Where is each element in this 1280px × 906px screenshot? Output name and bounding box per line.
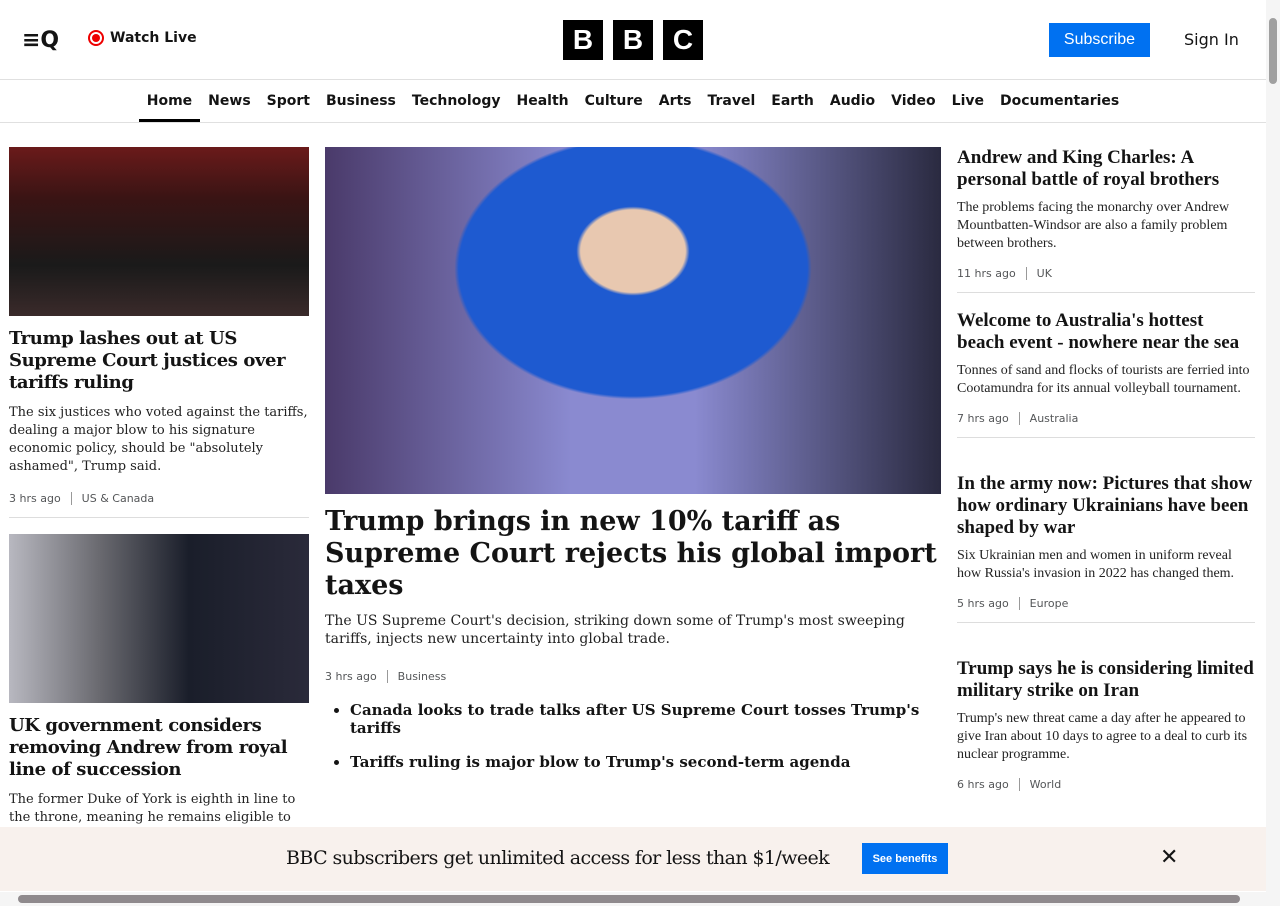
lead-summary: The US Supreme Court's decision, strikin… <box>325 613 905 647</box>
story-title[interactable]: Andrew and King Charles: A personal batt… <box>957 147 1255 191</box>
lead-meta: 3 hrs ago Business <box>325 670 941 683</box>
story-title[interactable]: Trump lashes out at US Supreme Court jus… <box>9 328 309 394</box>
menu-search-icon[interactable]: ≡Q <box>22 28 59 53</box>
lead-story: Trump brings in new 10% tariff as Suprem… <box>325 147 941 787</box>
timestamp: 11 hrs ago <box>957 267 1016 280</box>
story-card[interactable]: Andrew and King Charles: A personal batt… <box>957 147 1255 293</box>
story-summary: Six Ukrainian men and women in uniform r… <box>957 548 1235 581</box>
story-summary: Tonnes of sand and flocks of tourists ar… <box>957 363 1250 396</box>
andrew-image[interactable] <box>9 534 309 703</box>
left-column: Trump lashes out at US Supreme Court jus… <box>9 147 309 845</box>
section-label: World <box>1018 778 1061 791</box>
nav-sport[interactable]: Sport <box>259 80 318 122</box>
nav-travel[interactable]: Travel <box>700 80 764 122</box>
nav-earth[interactable]: Earth <box>763 80 822 122</box>
related-link[interactable]: Canada looks to trade talks after US Sup… <box>350 701 941 737</box>
story-title[interactable]: In the army now: Pictures that show how … <box>957 473 1255 539</box>
story-card[interactable]: Welcome to Australia's hottest beach eve… <box>957 310 1255 438</box>
trump-image[interactable] <box>325 147 941 494</box>
bbc-logo[interactable]: B B C <box>563 20 703 60</box>
story-card[interactable]: Trump says he is considering limited mil… <box>957 658 1255 803</box>
section-label: UK <box>1025 267 1052 280</box>
nav-news[interactable]: News <box>200 80 258 122</box>
header: ≡Q Watch Live B B C Subscribe Sign In <box>0 0 1266 80</box>
related-link[interactable]: Tariffs ruling is major blow to Trump's … <box>350 753 941 771</box>
lead-title[interactable]: Trump brings in new 10% tariff as Suprem… <box>325 506 941 602</box>
story-meta: 3 hrs ago US & Canada <box>9 492 309 505</box>
logo-letter: B <box>563 20 603 60</box>
story-meta: 11 hrs ago UK <box>957 267 1255 280</box>
story-card[interactable]: Trump lashes out at US Supreme Court jus… <box>9 147 309 518</box>
scrollbar-thumb[interactable] <box>1269 18 1277 84</box>
watch-live-label: Watch Live <box>110 30 197 46</box>
main-nav: Home News Sport Business Technology Heal… <box>0 80 1266 123</box>
story-summary: The six justices who voted against the t… <box>9 405 308 474</box>
supreme-court-image[interactable] <box>9 147 309 316</box>
nav-arts[interactable]: Arts <box>651 80 700 122</box>
story-title[interactable]: Trump says he is considering limited mil… <box>957 658 1255 702</box>
timestamp: 3 hrs ago <box>325 670 377 683</box>
nav-health[interactable]: Health <box>509 80 577 122</box>
vertical-scrollbar[interactable] <box>1266 0 1280 893</box>
watch-live-link[interactable]: Watch Live <box>88 30 197 46</box>
story-summary: The problems facing the monarchy over An… <box>957 200 1230 251</box>
timestamp: 6 hrs ago <box>957 778 1009 791</box>
story-meta: 7 hrs ago Australia <box>957 412 1255 425</box>
nav-audio[interactable]: Audio <box>822 80 883 122</box>
horizontal-scrollbar[interactable] <box>0 892 1280 906</box>
subscription-banner: BBC subscribers get unlimited access for… <box>0 827 1266 891</box>
nav-video[interactable]: Video <box>883 80 944 122</box>
logo-letter: B <box>613 20 653 60</box>
nav-documentaries[interactable]: Documentaries <box>992 80 1127 122</box>
nav-technology[interactable]: Technology <box>404 80 509 122</box>
section-label: US & Canada <box>70 492 154 505</box>
timestamp: 3 hrs ago <box>9 492 61 505</box>
story-summary: Trump's new threat came a day after he a… <box>957 711 1248 762</box>
nav-live[interactable]: Live <box>944 80 992 122</box>
section-label: Business <box>386 670 446 683</box>
subscribe-button[interactable]: Subscribe <box>1049 23 1150 57</box>
section-label: Europe <box>1018 597 1068 610</box>
story-card[interactable]: In the army now: Pictures that show how … <box>957 473 1255 623</box>
related-links: Canada looks to trade talks after US Sup… <box>325 701 941 771</box>
nav-business[interactable]: Business <box>318 80 404 122</box>
nav-culture[interactable]: Culture <box>577 80 651 122</box>
story-meta: 5 hrs ago Europe <box>957 597 1255 610</box>
story-title[interactable]: Welcome to Australia's hottest beach eve… <box>957 310 1255 354</box>
section-label: Australia <box>1018 412 1078 425</box>
scrollbar-thumb[interactable] <box>18 895 1240 903</box>
banner-text: BBC subscribers get unlimited access for… <box>286 847 830 869</box>
see-benefits-button[interactable]: See benefits <box>862 843 948 874</box>
sign-in-link[interactable]: Sign In <box>1184 30 1239 49</box>
logo-letter: C <box>663 20 703 60</box>
close-icon[interactable]: ✕ <box>1160 845 1178 870</box>
live-icon <box>88 30 104 46</box>
timestamp: 7 hrs ago <box>957 412 1009 425</box>
story-meta: 6 hrs ago World <box>957 778 1255 791</box>
right-column: Andrew and King Charles: A personal batt… <box>957 147 1255 807</box>
story-title[interactable]: UK government considers removing Andrew … <box>9 715 309 781</box>
nav-home[interactable]: Home <box>138 80 201 122</box>
timestamp: 5 hrs ago <box>957 597 1009 610</box>
story-card[interactable]: UK government considers removing Andrew … <box>9 534 309 845</box>
